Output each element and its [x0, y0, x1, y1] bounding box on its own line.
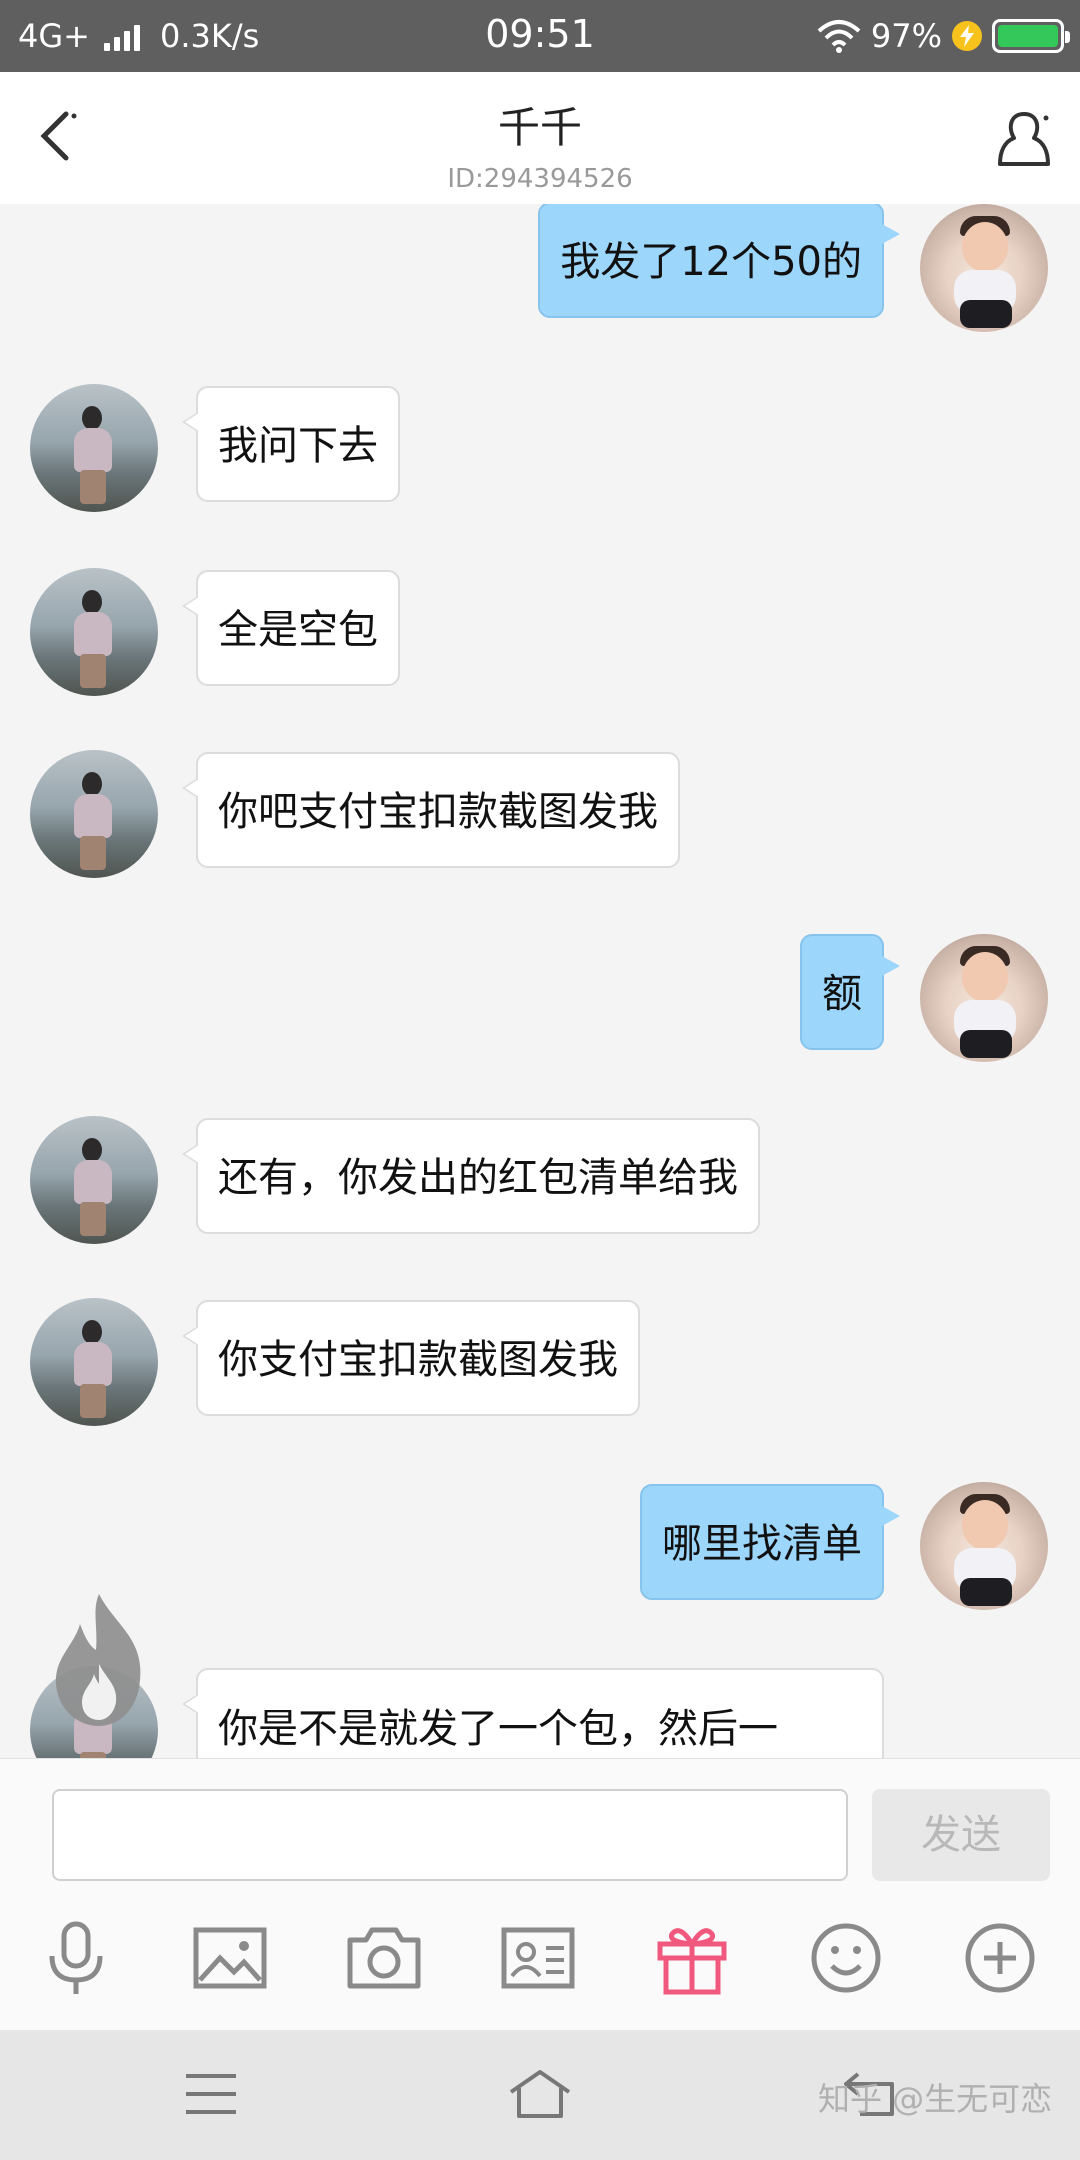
- status-bar: 4G+ 0.3K/s 09:51 97%: [0, 0, 1080, 72]
- watermark: 知乎 @生无可恋: [818, 2080, 1053, 2118]
- message-bubble[interactable]: 哪里找清单: [640, 1484, 900, 1600]
- message-bubble[interactable]: 你吧支付宝扣款截图发我: [182, 752, 680, 868]
- contact-id: ID:294394526: [447, 164, 633, 194]
- message-input[interactable]: [52, 1789, 848, 1881]
- image-icon[interactable]: [190, 1918, 270, 1998]
- microphone-icon[interactable]: [36, 1918, 116, 1998]
- contact-name: 千千: [497, 103, 582, 152]
- my-avatar[interactable]: [920, 1482, 1048, 1610]
- battery-icon: [992, 19, 1070, 53]
- profile-icon[interactable]: [994, 108, 1054, 170]
- camera-icon[interactable]: [344, 1918, 424, 1998]
- battery-percent: 97%: [870, 17, 942, 55]
- input-bar: 发送: [0, 1758, 1080, 1888]
- contact-avatar[interactable]: [30, 1116, 158, 1244]
- message-bubble[interactable]: 我发了12个50的: [538, 204, 900, 318]
- message-bubble[interactable]: 全是空包: [182, 570, 400, 686]
- message-bubble[interactable]: 我问下去: [182, 386, 400, 502]
- system-nav-bar: 知乎 @生无可恋: [0, 2030, 1080, 2160]
- my-avatar[interactable]: [920, 204, 1048, 332]
- contact-avatar[interactable]: [30, 384, 158, 512]
- message-bubble[interactable]: 你是不是就发了一个包，然后一: [182, 1668, 884, 1758]
- home-icon[interactable]: [505, 2064, 575, 2124]
- gift-icon[interactable]: [652, 1918, 732, 1998]
- plus-icon[interactable]: [960, 1918, 1040, 1998]
- message-bubble[interactable]: 额: [800, 934, 900, 1050]
- contact-card-icon[interactable]: [498, 1918, 578, 1998]
- contact-avatar[interactable]: [30, 750, 158, 878]
- contact-avatar[interactable]: [30, 1298, 158, 1426]
- wifi-icon: [817, 20, 861, 53]
- contact-avatar[interactable]: [30, 568, 158, 696]
- message-list[interactable]: 我发了12个50的 我问下去 全是空包 你吧支付宝扣款截图发我 额 还有，你发出…: [0, 204, 1080, 1758]
- attachment-toolbar: [0, 1888, 1080, 2030]
- flame-icon: [55, 1594, 141, 1726]
- emoji-icon[interactable]: [806, 1918, 886, 1998]
- chat-header: 千千 ID:294394526: [0, 72, 1080, 204]
- message-bubble[interactable]: 还有，你发出的红包清单给我: [182, 1118, 760, 1234]
- status-right: 97%: [817, 14, 1070, 58]
- my-avatar[interactable]: [920, 934, 1048, 1062]
- message-bubble[interactable]: 你支付宝扣款截图发我: [182, 1300, 640, 1416]
- charging-icon: [952, 21, 982, 51]
- chat-screen: 4G+ 0.3K/s 09:51 97% 千千 ID:294394526 我发了…: [0, 0, 1080, 2160]
- menu-icon[interactable]: [176, 2064, 246, 2124]
- send-button[interactable]: 发送: [872, 1789, 1050, 1881]
